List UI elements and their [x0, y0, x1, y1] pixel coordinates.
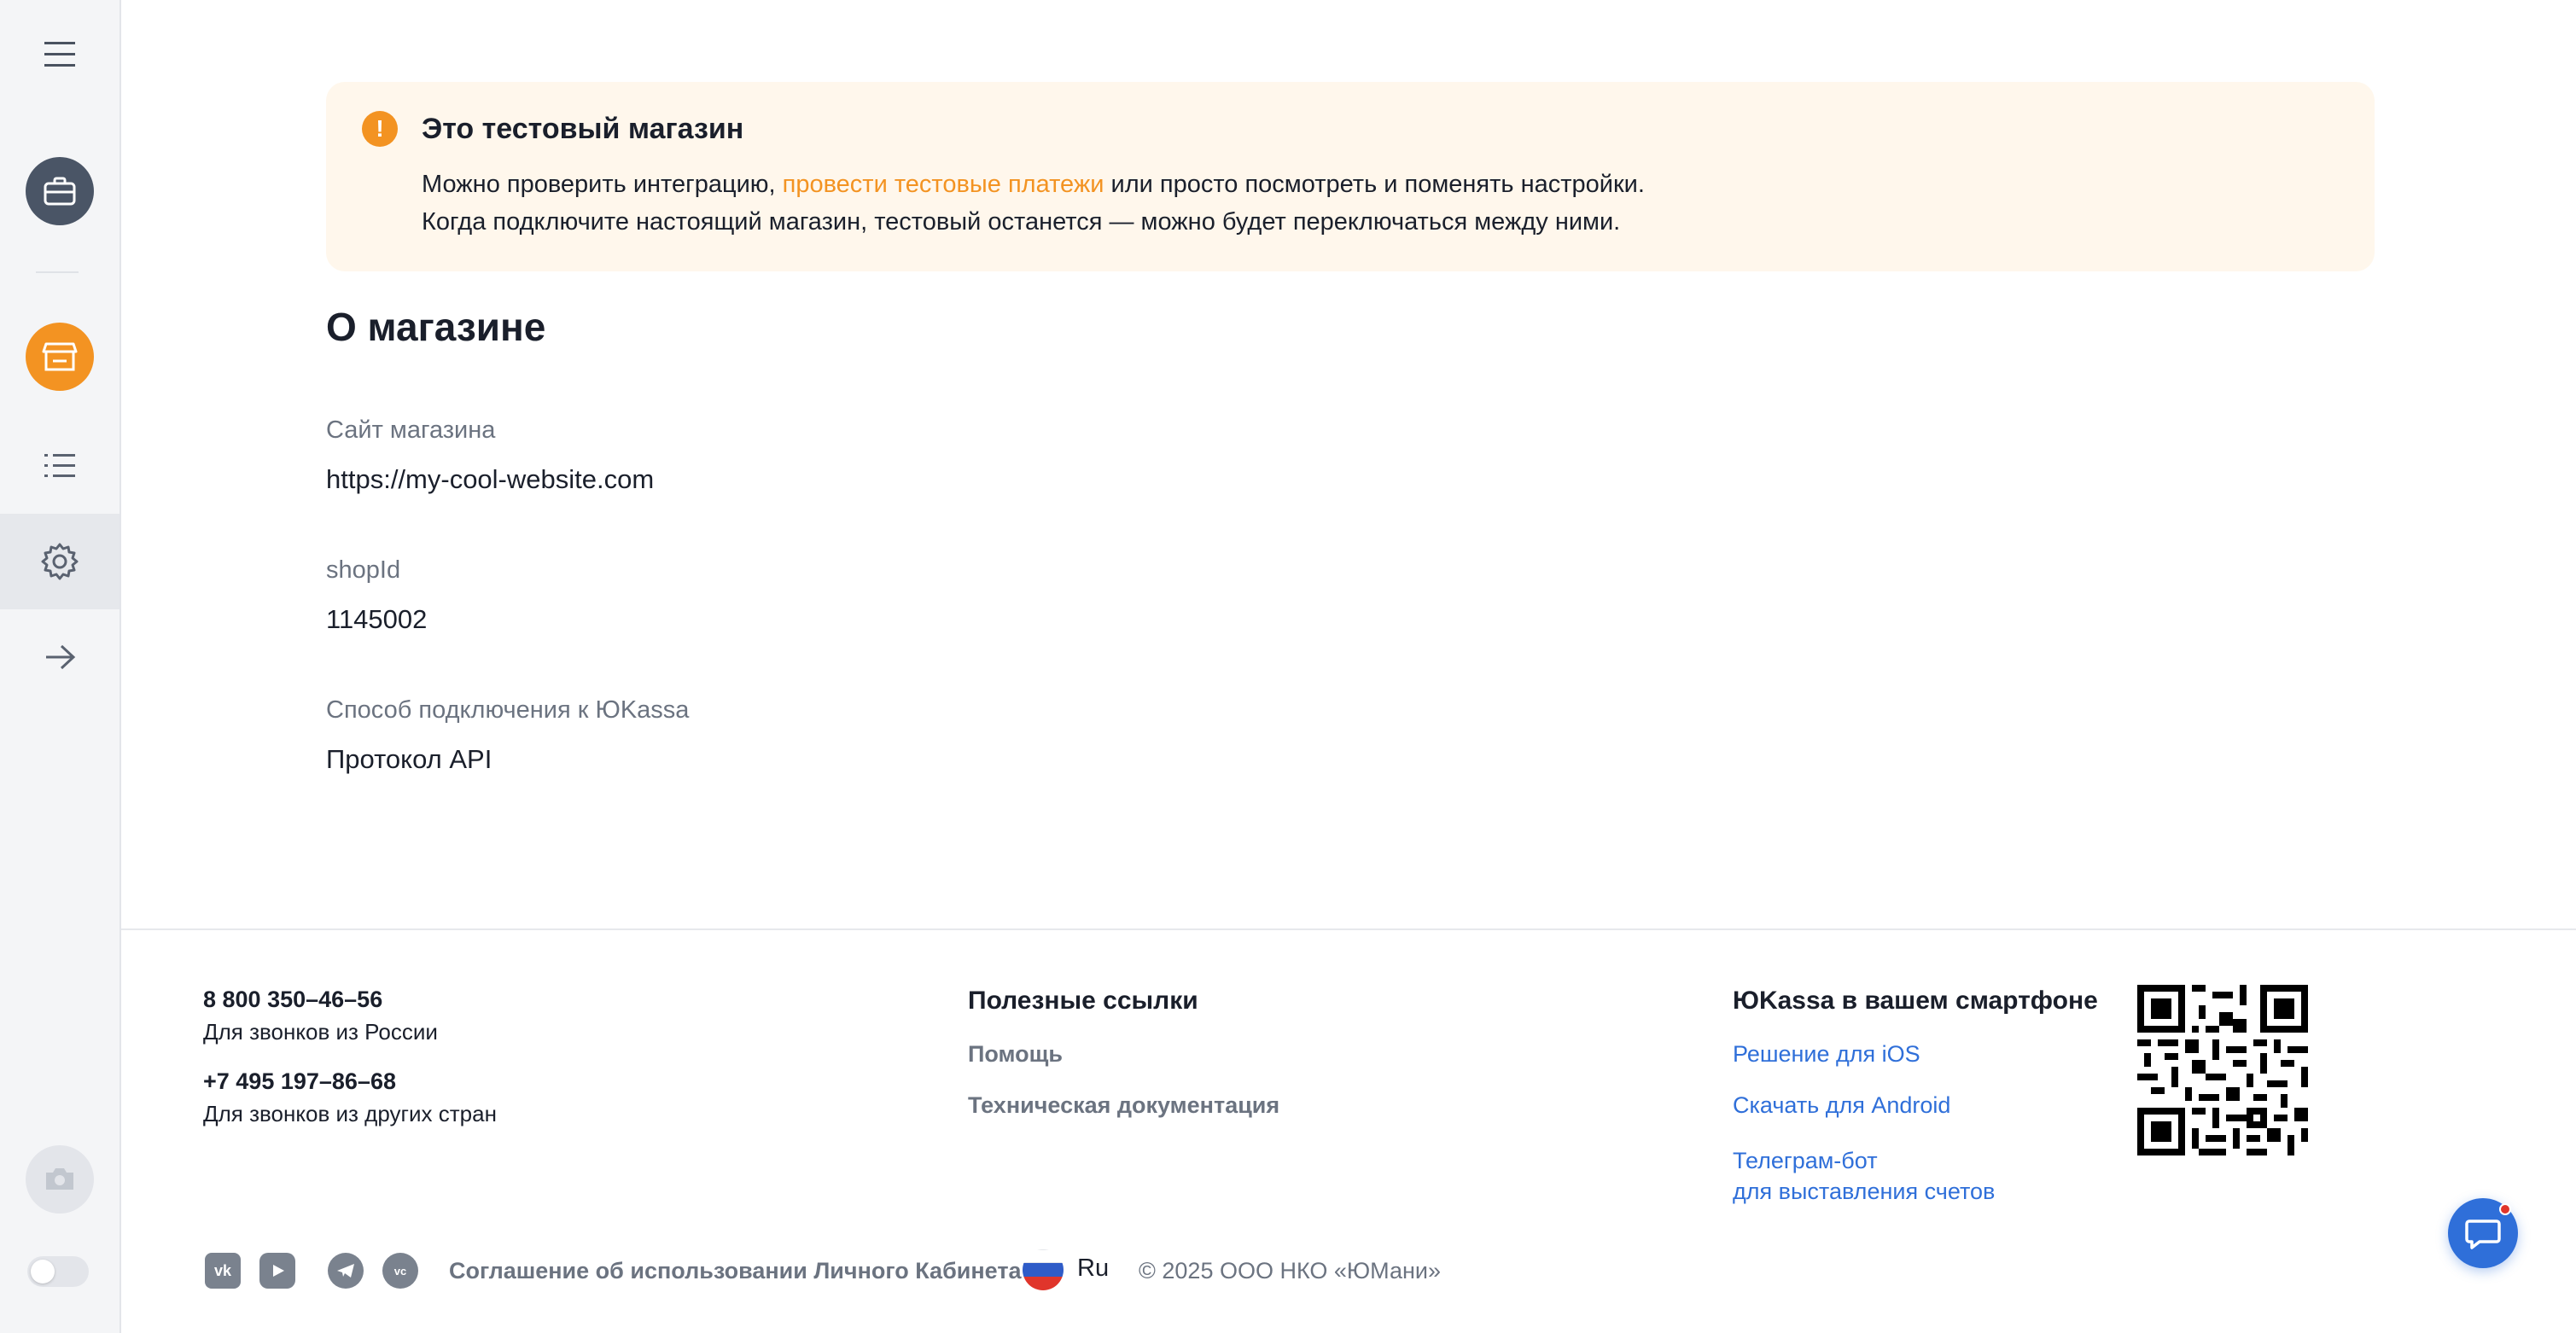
- briefcase-icon: [44, 177, 76, 206]
- telegram-bot-link[interactable]: Телеграм-бот для выставления счетов: [1733, 1145, 1995, 1207]
- notification-dot: [2499, 1203, 2511, 1215]
- store-button[interactable]: [0, 323, 119, 391]
- phone-russia[interactable]: 8 800 350–46–56: [203, 987, 382, 1013]
- arrow-right-icon: [46, 644, 76, 670]
- banner-line-2: Когда подключите настоящий магазин, тест…: [422, 208, 1621, 236]
- sidebar: [0, 0, 121, 1333]
- qr-code: [2137, 985, 2308, 1155]
- youtube-icon[interactable]: [259, 1253, 295, 1289]
- site-label: Сайт магазина: [326, 416, 496, 444]
- theme-toggle[interactable]: [27, 1256, 89, 1287]
- chat-icon: [2465, 1219, 2501, 1249]
- gear-icon: [41, 543, 79, 580]
- menu-button[interactable]: [0, 26, 119, 84]
- next-button[interactable]: [0, 633, 119, 681]
- test-shop-banner: ! Это тестовый магазин Можно проверить и…: [326, 82, 2375, 271]
- useful-links-title: Полезные ссылки: [968, 987, 1198, 1015]
- agreement-link[interactable]: Соглашение об использовании Личного Каби…: [449, 1258, 1022, 1284]
- test-payments-link[interactable]: провести тестовые платежи: [783, 171, 1104, 198]
- footer: 8 800 350–46–56 Для звонков из России +7…: [121, 928, 2576, 1333]
- hamburger-menu-icon: [44, 42, 75, 67]
- flag-ru-icon[interactable]: [1023, 1249, 1064, 1290]
- toggle-knob: [31, 1260, 55, 1284]
- language-label[interactable]: Ru: [1077, 1254, 1109, 1283]
- vcru-icon[interactable]: vc: [382, 1253, 418, 1289]
- banner-line-1: Можно проверить интеграцию, провести тес…: [422, 171, 1645, 198]
- docs-link[interactable]: Техническая документация: [968, 1092, 1279, 1119]
- warning-icon: !: [362, 111, 398, 147]
- store-icon: [42, 342, 78, 371]
- camera-button[interactable]: [0, 1145, 119, 1214]
- banner-text: Можно проверить интеграцию, провести тес…: [422, 166, 1645, 241]
- camera-icon: [46, 1168, 73, 1190]
- copyright: © 2025 ООО НКО «ЮМани»: [1139, 1258, 1442, 1284]
- telegram-icon[interactable]: [328, 1253, 364, 1289]
- main-content: ! Это тестовый магазин Можно проверить и…: [121, 0, 2576, 928]
- shopid-label: shopId: [326, 556, 401, 584]
- phone-intl-note: Для звонков из других стран: [203, 1101, 497, 1126]
- section-title: О магазине: [326, 305, 546, 349]
- connection-value: Протокол API: [326, 744, 492, 774]
- phone-russia-note: Для звонков из России: [203, 1019, 438, 1045]
- help-link[interactable]: Помощь: [968, 1041, 1063, 1068]
- ios-link[interactable]: Решение для iOS: [1733, 1041, 1920, 1068]
- android-link[interactable]: Скачать для Android: [1733, 1092, 1950, 1119]
- mobile-title: ЮKassa в вашем смартфоне: [1733, 987, 2098, 1015]
- shopid-value: 1145002: [326, 604, 428, 634]
- connection-label: Способ подключения к ЮKassa: [326, 696, 690, 724]
- page: ! Это тестовый магазин Можно проверить и…: [0, 0, 2576, 1333]
- phone-intl[interactable]: +7 495 197–86–68: [203, 1068, 396, 1095]
- support-chat-button[interactable]: [2448, 1198, 2518, 1268]
- business-button[interactable]: [0, 157, 119, 225]
- banner-title: Это тестовый магазин: [422, 113, 744, 145]
- settings-button[interactable]: [0, 514, 119, 609]
- list-icon: [44, 454, 75, 477]
- vk-icon[interactable]: vk: [205, 1253, 241, 1289]
- operations-button[interactable]: [0, 442, 119, 490]
- site-value: https://my-cool-website.com: [326, 464, 655, 494]
- sidebar-divider: [36, 271, 79, 273]
